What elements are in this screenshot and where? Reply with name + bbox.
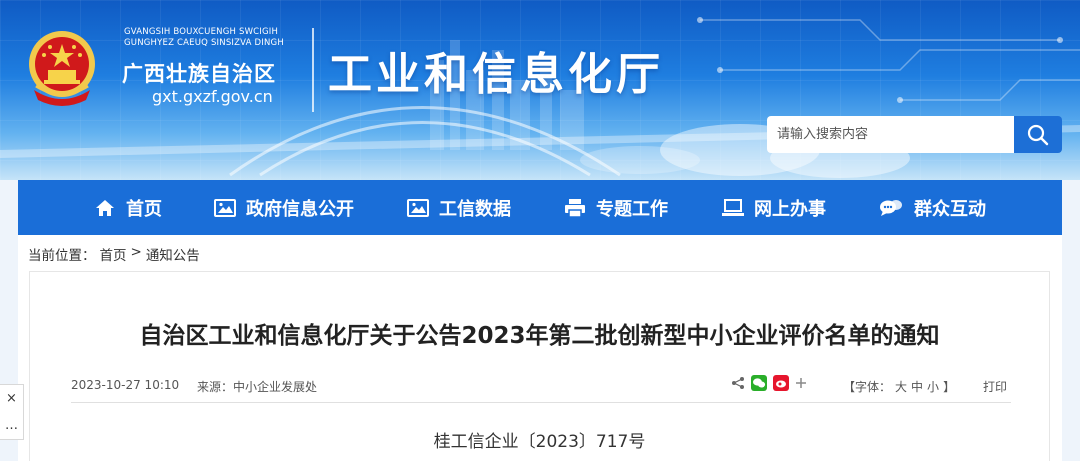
site-name-pinyin: GVANGSIH BOUXCUENGH SWCIGIH GUNGHYEZ CAE… bbox=[124, 27, 314, 49]
printer-icon bbox=[565, 198, 585, 218]
font-size-small[interactable]: 小 bbox=[927, 378, 939, 395]
side-float-widget: × … bbox=[0, 384, 24, 440]
nav-item-label: 工信数据 bbox=[439, 198, 511, 220]
nav-item-topics[interactable]: 专题工作 bbox=[564, 180, 668, 235]
header-divider bbox=[312, 28, 314, 112]
chat-icon bbox=[880, 199, 902, 216]
meta-divider bbox=[71, 402, 1011, 403]
content-area: 当前位置： 首页 > 通知公告 自治区工业和信息化厅关于公告2023年第二批创新… bbox=[18, 235, 1062, 461]
home-icon bbox=[96, 199, 114, 216]
nav-item-label: 群众互动 bbox=[914, 198, 986, 220]
font-size-large[interactable]: 大 bbox=[895, 378, 907, 395]
nav-item-data[interactable]: 工信数据 bbox=[407, 180, 511, 235]
wechat-icon[interactable] bbox=[751, 375, 767, 391]
breadcrumb-separator: > bbox=[130, 244, 142, 260]
article-meta: 2023-10-27 10:10 来源：中小企业发展处 【字体： 大 中 小 】… bbox=[71, 375, 1011, 395]
plus-icon[interactable] bbox=[795, 377, 807, 389]
search-button[interactable] bbox=[1014, 116, 1062, 153]
publish-date: 2023-10-27 10:10 bbox=[71, 378, 180, 392]
image-icon bbox=[214, 198, 236, 217]
nav-item-home[interactable]: 首页 bbox=[94, 180, 162, 235]
weibo-icon[interactable] bbox=[773, 375, 789, 391]
close-button[interactable]: × bbox=[0, 385, 23, 412]
search-icon bbox=[1027, 124, 1049, 145]
article-source: 来源：中小企业发展处 bbox=[197, 380, 318, 394]
nav-item-online-service[interactable]: 网上办事 bbox=[722, 180, 826, 235]
font-size-control: 【字体： 大 中 小 】 bbox=[843, 378, 955, 395]
article-title: 自治区工业和信息化厅关于公告2023年第二批创新型中小企业评价名单的通知 bbox=[139, 323, 940, 349]
font-size-prefix: 【字体： bbox=[843, 380, 892, 394]
nav-item-label: 专题工作 bbox=[596, 198, 668, 220]
article-panel: 自治区工业和信息化厅关于公告2023年第二批创新型中小企业评价名单的通知 202… bbox=[29, 271, 1050, 461]
breadcrumb-notices[interactable]: 通知公告 bbox=[146, 244, 200, 264]
site-domain[interactable]: gxt.gxzf.gov.cn bbox=[152, 87, 273, 106]
breadcrumb-prefix: 当前位置： bbox=[28, 248, 96, 264]
main-nav: 首页 政府信息公开 工信数据 专题工作 网上办事 群众互动 bbox=[18, 180, 1062, 235]
breadcrumb-home[interactable]: 首页 bbox=[100, 244, 127, 264]
national-emblem-icon bbox=[29, 31, 95, 106]
font-size-suffix: 】 bbox=[943, 380, 956, 394]
nav-item-label: 政府信息公开 bbox=[246, 198, 354, 220]
print-button[interactable]: 打印 bbox=[983, 378, 1007, 395]
share-bar bbox=[731, 375, 807, 391]
font-size-medium[interactable]: 中 bbox=[911, 378, 923, 395]
department-title: 工业和信息化厅 bbox=[328, 49, 664, 100]
site-name-pinyin-line1: GVANGSIH BOUXCUENGH SWCIGIH bbox=[124, 27, 279, 37]
nav-item-gov-info[interactable]: 政府信息公开 bbox=[214, 180, 354, 235]
breadcrumb: 当前位置： 首页 > 通知公告 bbox=[28, 244, 200, 264]
share-icon[interactable] bbox=[731, 376, 745, 390]
site-name-pinyin-line2: GUNGHYEZ CAEUQ SINSIZVA DINGH bbox=[124, 38, 284, 48]
header-banner: GVANGSIH BOUXCUENGH SWCIGIH GUNGHYEZ CAE… bbox=[0, 0, 1080, 180]
nav-item-label: 首页 bbox=[126, 198, 162, 220]
more-button[interactable]: … bbox=[0, 412, 23, 439]
image-icon bbox=[407, 198, 429, 217]
laptop-icon bbox=[722, 198, 744, 216]
site-name-chinese: 广西壮族自治区 bbox=[122, 62, 276, 86]
search-input[interactable] bbox=[767, 116, 1014, 153]
nav-item-label: 网上办事 bbox=[754, 198, 826, 220]
nav-item-interaction[interactable]: 群众互动 bbox=[878, 180, 986, 235]
document-number: 桂工信企业〔2023〕717号 bbox=[433, 432, 646, 452]
